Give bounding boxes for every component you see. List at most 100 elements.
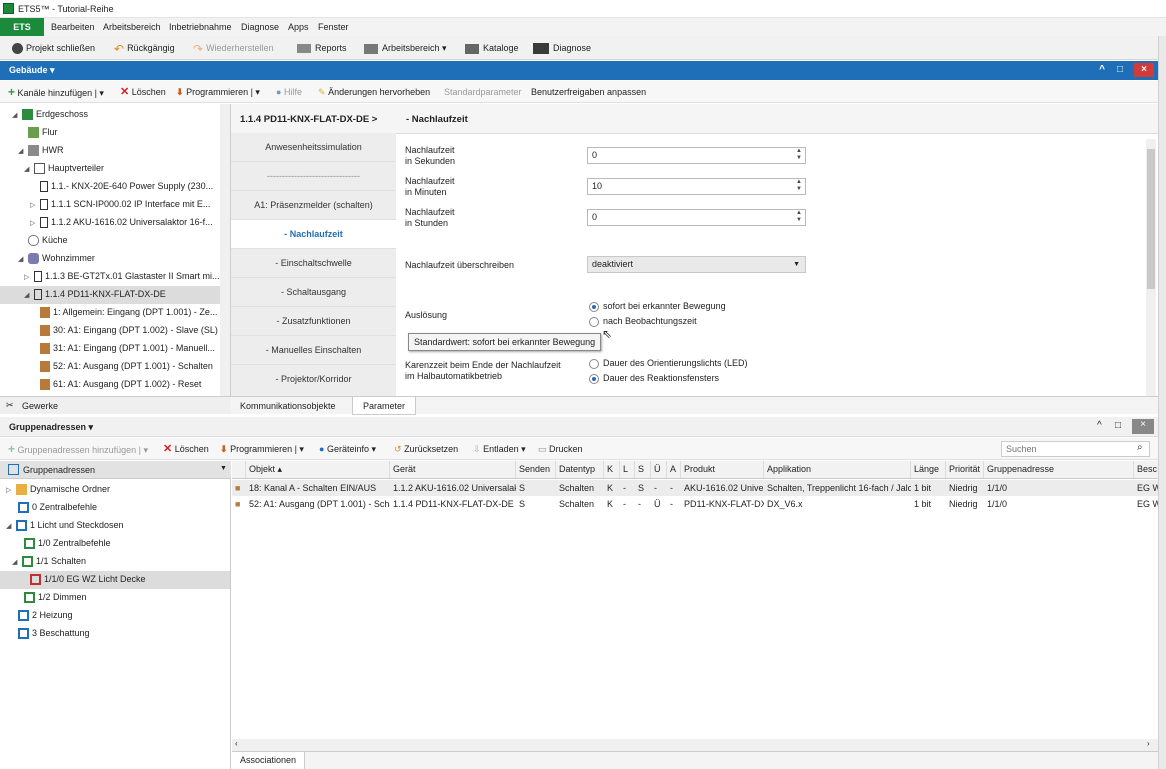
ga-tree-address-selected[interactable]: 1/1/0 EG WZ Licht Decke bbox=[30, 571, 146, 588]
nav-zusatzfunktionen[interactable]: - Zusatzfunktionen bbox=[231, 307, 396, 336]
device-info-button[interactable]: ● Geräteinfo ▾ bbox=[319, 441, 376, 457]
print-button[interactable]: ▭ Drucken bbox=[538, 441, 583, 457]
close-icon[interactable]: × bbox=[1134, 63, 1154, 77]
collapse-icon[interactable]: ^ bbox=[1094, 63, 1110, 77]
tree-scrollbar[interactable] bbox=[220, 104, 230, 396]
params-scrollbar[interactable] bbox=[1146, 139, 1156, 396]
menu-diagnose[interactable]: Diagnose bbox=[241, 22, 279, 32]
scroll-right-icon[interactable]: › bbox=[1147, 739, 1150, 748]
ga-tree-main[interactable]: 0 Zentralbefehle bbox=[18, 499, 97, 516]
help-button[interactable]: ● Hilfe bbox=[276, 84, 302, 100]
tab-kommunikationsobjekte[interactable]: Kommunikationsobjekte bbox=[240, 401, 336, 411]
table-row[interactable]: ■ 52: A1: Ausgang (DPT 1.001) - Schal...… bbox=[232, 496, 1158, 512]
diagnose-button[interactable]: Diagnose bbox=[533, 40, 591, 56]
tree-item-object[interactable]: 61: A1: Ausgang (DPT 1.002) - Reset bbox=[40, 376, 201, 393]
collapse-icon[interactable]: ^ bbox=[1097, 420, 1102, 431]
menu-apps[interactable]: Apps bbox=[288, 22, 309, 32]
nav-anwesenheitssimulation[interactable]: Anwesenheitssimulation bbox=[231, 133, 396, 162]
tree-item-device[interactable]: 1.1.- KNX-20E-640 Power Supply (230... bbox=[40, 178, 213, 195]
tree-item-object[interactable]: 31: A1: Eingang (DPT 1.001) - Manuell... bbox=[40, 340, 215, 357]
hours-input[interactable]: 0 ▲ ▼ bbox=[587, 209, 806, 226]
default-params-button[interactable]: Standardparameter bbox=[444, 84, 522, 100]
search-input[interactable] bbox=[1001, 441, 1150, 457]
tree-item-flur[interactable]: Flur bbox=[28, 124, 58, 141]
catalogs-button[interactable]: Kataloge bbox=[465, 40, 519, 56]
col-applikation[interactable]: Applikation bbox=[764, 461, 911, 478]
nav-einschaltschwelle[interactable]: - Einschaltschwelle bbox=[231, 249, 396, 278]
spinner-icon[interactable]: ▲ ▼ bbox=[796, 179, 802, 193]
building-panel-title[interactable]: Gebäude ▾ bbox=[9, 65, 55, 76]
menu-inbetriebnahme[interactable]: Inbetriebnahme bbox=[169, 22, 232, 32]
ga-tree-middle[interactable]: ◢ 1/1 Schalten bbox=[12, 553, 86, 570]
tree-item-object[interactable]: 1: Allgemein: Eingang (DPT 1.001) - Ze..… bbox=[40, 304, 217, 321]
tree-item-hauptverteiler[interactable]: ◢ Hauptverteiler bbox=[24, 160, 104, 177]
tree-item-device-selected[interactable]: ◢ 1.1.4 PD11-KNX-FLAT-DX-DE bbox=[24, 286, 166, 303]
nav-manuelles-einschalten[interactable]: - Manuelles Einschalten bbox=[231, 336, 396, 365]
trigger-option-immediate[interactable]: sofort bei erkannter Bewegung bbox=[589, 301, 726, 312]
override-select[interactable]: deaktiviert ▼ bbox=[587, 256, 806, 273]
ga-tree-main[interactable]: 3 Beschattung bbox=[18, 625, 90, 642]
tree-item-wohnzimmer[interactable]: ◢ Wohnzimmer bbox=[18, 250, 95, 267]
user-rights-button[interactable]: Benutzerfreigaben anpassen bbox=[531, 84, 646, 100]
tree-item-device[interactable]: ▷ 1.1.3 BE-GT2Tx.01 Glastaster II Smart m… bbox=[24, 268, 220, 285]
unload-button[interactable]: ⇩ Entladen ▾ bbox=[473, 441, 526, 457]
tree-item-device[interactable]: ▷ 1.1.2 AKU-1616.02 Universalaktor 16-f..… bbox=[30, 214, 213, 231]
col-gruppenadresse[interactable]: Gruppenadresse bbox=[984, 461, 1134, 478]
menu-bearbeiten[interactable]: Bearbeiten bbox=[51, 22, 95, 32]
col-beschreibung[interactable]: Besc bbox=[1134, 461, 1158, 478]
spinner-icon[interactable]: ▲ ▼ bbox=[796, 148, 802, 162]
ga-tree-middle[interactable]: 1/2 Dimmen bbox=[24, 589, 87, 606]
tree-item-erdgeschoss[interactable]: ◢ Erdgeschoss bbox=[12, 106, 88, 123]
program-button[interactable]: ⬇ Programmieren | ▾ bbox=[176, 84, 260, 100]
add-channels-button[interactable]: + Kanäle hinzufügen | ▾ bbox=[8, 84, 104, 100]
maximize-icon[interactable]: □ bbox=[1112, 63, 1128, 77]
close-icon[interactable]: × bbox=[1132, 419, 1154, 434]
reset-button[interactable]: ↺ Zurücksetzen bbox=[394, 441, 458, 457]
delete-button[interactable]: ✕ Löschen bbox=[120, 84, 166, 100]
highlight-changes-button[interactable]: ✎ Änderungen hervorheben bbox=[318, 84, 430, 100]
col-l[interactable]: L bbox=[620, 461, 635, 478]
minutes-input[interactable]: 10 ▲ ▼ bbox=[587, 178, 806, 195]
tree-item-object[interactable]: 52: A1: Ausgang (DPT 1.001) - Schalten bbox=[40, 358, 213, 375]
ets-menu[interactable]: ETS bbox=[0, 18, 44, 36]
gewerke-tab[interactable]: ✂ Gewerke bbox=[0, 396, 231, 414]
tab-parameter[interactable]: Parameter bbox=[352, 397, 417, 415]
menu-fenster[interactable]: Fenster bbox=[318, 22, 349, 32]
table-h-scrollbar[interactable]: ‹ › bbox=[232, 739, 1158, 751]
nav-nachlaufzeit[interactable]: - Nachlaufzeit bbox=[231, 220, 396, 249]
nav-schaltausgang[interactable]: - Schaltausgang bbox=[231, 278, 396, 307]
seconds-input[interactable]: 0 ▲ ▼ bbox=[587, 147, 806, 164]
col-ue[interactable]: Ü bbox=[651, 461, 667, 478]
ga-panel-title[interactable]: Gruppenadressen ▾ bbox=[9, 422, 93, 433]
ga-tree-header[interactable]: Gruppenadressen ▼ bbox=[0, 461, 231, 479]
ga-program-button[interactable]: ⬇ Programmieren | ▾ bbox=[220, 441, 304, 457]
tree-item-hwr[interactable]: ◢ HWR bbox=[18, 142, 64, 159]
karenz-option-led[interactable]: Dauer des Orientierungslichts (LED) bbox=[589, 358, 748, 369]
col-s[interactable]: S bbox=[635, 461, 651, 478]
col-a[interactable]: A bbox=[667, 461, 681, 478]
trigger-option-observation[interactable]: nach Beobachtungszeit bbox=[589, 316, 697, 327]
col-geraet[interactable]: Gerät bbox=[390, 461, 516, 478]
workspace-button[interactable]: Arbeitsbereich ▾ bbox=[364, 40, 447, 56]
col-datentyp[interactable]: Datentyp bbox=[556, 461, 604, 478]
menu-arbeitsbereich[interactable]: Arbeitsbereich bbox=[103, 22, 161, 32]
nav-projektor-korridor[interactable]: - Projektor/Korridor bbox=[231, 365, 396, 396]
col-senden[interactable]: Senden bbox=[516, 461, 556, 478]
table-row[interactable]: ■ 18: Kanal A - Schalten EIN/AUS 1.1.2 A… bbox=[232, 480, 1158, 496]
karenz-option-reaction[interactable]: Dauer des Reaktionsfensters bbox=[589, 373, 719, 384]
ga-tree-main[interactable]: ◢ 1 Licht und Steckdosen bbox=[6, 517, 124, 534]
ga-tree-middle[interactable]: 1/0 Zentralbefehle bbox=[24, 535, 111, 552]
col-laenge[interactable]: Länge bbox=[911, 461, 946, 478]
ga-delete-button[interactable]: ✕ Löschen bbox=[163, 441, 209, 457]
spinner-icon[interactable]: ▲ ▼ bbox=[796, 210, 802, 224]
col-produkt[interactable]: Produkt bbox=[681, 461, 764, 478]
maximize-icon[interactable]: □ bbox=[1115, 420, 1121, 431]
ga-tree-main[interactable]: 2 Heizung bbox=[18, 607, 73, 624]
tab-assoziationen[interactable]: Associationen bbox=[232, 752, 306, 769]
search-icon[interactable]: ⌕ bbox=[1137, 442, 1143, 453]
col-k[interactable]: K bbox=[604, 461, 620, 478]
reports-button[interactable]: Reports bbox=[297, 40, 347, 56]
tree-item-device[interactable]: ▷ 1.1.1 SCN-IP000.02 IP Interface mit E..… bbox=[30, 196, 210, 213]
redo-button[interactable]: ↷ Wiederherstellen bbox=[193, 40, 274, 56]
undo-button[interactable]: ↶ Rückgängig bbox=[114, 40, 175, 56]
